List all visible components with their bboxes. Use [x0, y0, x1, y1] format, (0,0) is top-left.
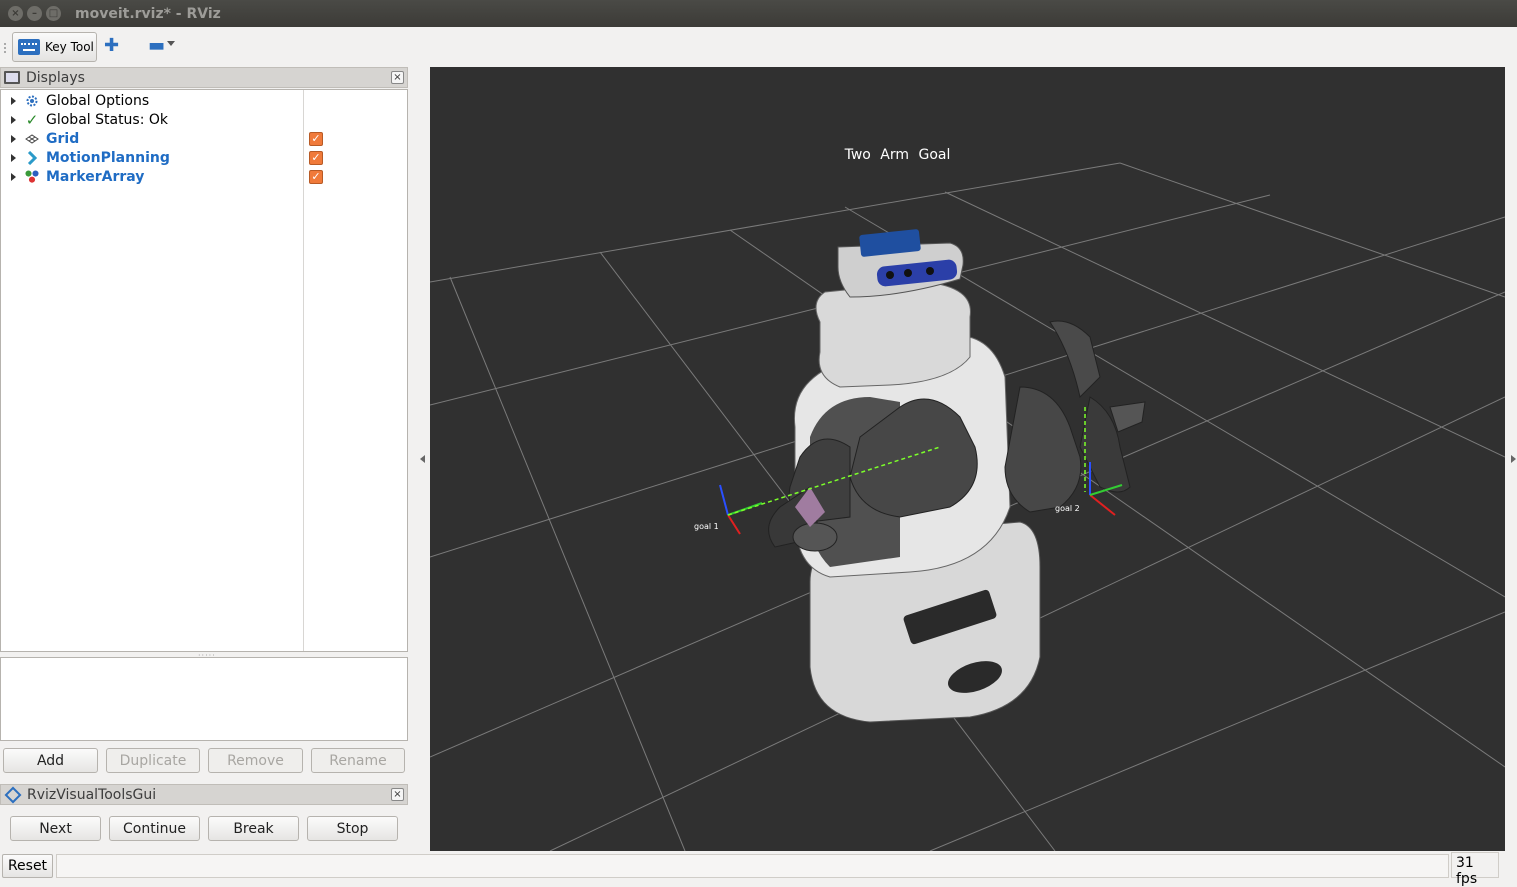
tree-item-label: Global Status: Ok [46, 111, 169, 128]
toolbar-grip-handle[interactable] [4, 43, 7, 53]
monitor-icon [4, 71, 20, 84]
key-tool-button[interactable]: Key Tool [12, 32, 97, 62]
close-icon[interactable]: × [391, 71, 404, 84]
tree-item-label: MarkerArray [46, 168, 145, 185]
motion-planning-enabled-checkbox[interactable]: ✓ [309, 150, 323, 165]
add-button[interactable]: Add [3, 748, 98, 773]
expand-arrow-icon[interactable] [11, 172, 16, 181]
keyboard-icon [18, 39, 40, 55]
gear-icon [25, 94, 39, 108]
add-tool-icon[interactable]: ✚ [104, 37, 119, 55]
expand-arrow-icon[interactable] [11, 115, 16, 124]
property-description-box [0, 657, 408, 741]
status-bar: Reset 31 fps [0, 851, 1517, 887]
close-icon[interactable]: × [391, 788, 404, 801]
tool-bar: Key Tool ✚ ▬ [0, 27, 1517, 67]
fps-readout: 31 fps [1451, 852, 1499, 887]
grid-enabled-checkbox[interactable]: ✓ [309, 131, 323, 146]
next-button[interactable]: Next [10, 816, 101, 841]
displays-panel-title: Displays [26, 69, 85, 86]
rviz-visual-tools-title: RvizVisualToolsGui [27, 786, 157, 803]
minimize-window-icon[interactable]: – [27, 6, 42, 21]
tree-item-global-status[interactable]: ✓ Global Status: Ok [1, 110, 407, 129]
remove-tool-icon[interactable]: ▬ [148, 37, 165, 55]
tree-item-motion-planning[interactable]: MotionPlanning ✓ [1, 148, 407, 167]
tree-item-grid[interactable]: Grid ✓ [1, 129, 407, 148]
break-button[interactable]: Break [208, 816, 299, 841]
render-view-3d[interactable]: Two Arm Goal goal 1 goal 2 [430, 67, 1505, 851]
goal-2-label: goal 2 [1055, 504, 1080, 513]
maximize-window-icon[interactable]: □ [46, 6, 61, 21]
diamond-icon [4, 786, 22, 803]
expand-arrow-icon[interactable] [11, 96, 16, 105]
remove-button[interactable]: Remove [208, 748, 303, 773]
tree-item-global-options[interactable]: Global Options [1, 91, 407, 110]
close-window-icon[interactable]: × [8, 6, 23, 21]
rename-button[interactable]: Rename [311, 748, 405, 773]
rviz-visual-tools-panel-header: RvizVisualToolsGui × [0, 784, 408, 805]
status-message-field [56, 854, 1449, 878]
scene-title-text: Two Arm Goal [844, 147, 951, 163]
motion-planning-icon [25, 150, 39, 165]
goal-1-label: goal 1 [694, 522, 719, 531]
collapse-right-panel-icon[interactable] [1511, 455, 1516, 463]
collapse-left-panel-icon[interactable] [420, 455, 425, 463]
tree-item-label: Global Options [46, 92, 150, 109]
chevron-down-icon[interactable] [167, 41, 175, 46]
marker-array-icon [25, 169, 39, 184]
continue-button[interactable]: Continue [109, 816, 200, 841]
checkmark-icon: ✓ [25, 110, 39, 129]
grid-icon [25, 132, 39, 146]
key-tool-label: Key Tool [45, 40, 94, 54]
tree-item-marker-array[interactable]: MarkerArray ✓ [1, 167, 407, 186]
displays-tree: Global Options ✓ Global Status: Ok Grid … [0, 89, 408, 652]
marker-array-enabled-checkbox[interactable]: ✓ [309, 169, 323, 184]
expand-arrow-icon[interactable] [11, 134, 16, 143]
window-title: moveit.rviz* - RViz [75, 5, 221, 22]
tree-item-label: Grid [46, 130, 80, 147]
scene-canvas [430, 162, 1505, 851]
duplicate-button[interactable]: Duplicate [106, 748, 200, 773]
robot-model [768, 229, 1146, 723]
tree-item-label: MotionPlanning [46, 149, 170, 166]
reset-button[interactable]: Reset [2, 854, 53, 878]
stop-button[interactable]: Stop [307, 816, 398, 841]
title-bar: × – □ moveit.rviz* - RViz [0, 0, 1517, 27]
displays-panel-header: Displays × [0, 67, 408, 88]
expand-arrow-icon[interactable] [11, 153, 16, 162]
